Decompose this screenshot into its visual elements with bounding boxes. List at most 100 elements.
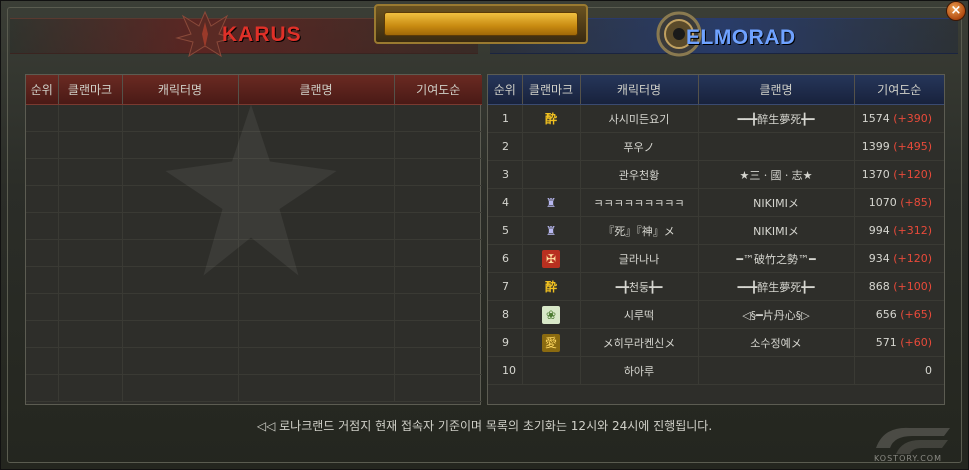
- elmorad-ranking-panel: 순위 클랜마크 캐릭터명 클랜명 기여도순 1 酔 사시미든요기 ━━╋醉生夢死╋━ 1…: [487, 74, 945, 405]
- clan-mark-cell: ♜: [522, 188, 581, 217]
- clan-mark-cell: ❀: [522, 300, 581, 329]
- clan-mark-cell: [58, 158, 123, 186]
- character-cell: 하아루: [580, 356, 699, 385]
- clan-mark-cell: [58, 347, 123, 375]
- clan-mark-cell: [58, 266, 123, 294]
- karus-title: KARUS: [222, 23, 302, 46]
- score-delta: (+60): [900, 336, 932, 349]
- contribution-cell: 656 (+65): [854, 300, 944, 329]
- clan-mark-cell: [58, 239, 123, 267]
- col-clan-mark: 클랜마크: [58, 75, 123, 105]
- rank-cell: [26, 185, 59, 213]
- clan-name-cell: ━━╋醉生夢死╋━: [698, 104, 855, 133]
- character-cell: 글라나나: [580, 244, 699, 273]
- watermark-icon: [165, 104, 337, 276]
- rank-cell: [26, 104, 59, 132]
- score-delta: (+390): [893, 112, 932, 125]
- rank-cell: [26, 320, 59, 348]
- score-value: 1399: [861, 140, 890, 153]
- clan-name-cell: ━™破竹之勢™━: [698, 244, 855, 273]
- clan-name-cell: NIKIMIメ: [698, 216, 855, 245]
- clan-name-cell: NIKIMIメ: [698, 188, 855, 217]
- clan-mark-icon: ✠: [542, 249, 560, 268]
- clan-name-cell: [698, 132, 855, 161]
- contribution-cell: [394, 374, 482, 402]
- score-delta: (+65): [900, 308, 932, 321]
- table-row[interactable]: [26, 374, 482, 402]
- col-contribution: 기여도순: [854, 75, 944, 105]
- clan-mark-cell: 酔: [522, 104, 581, 133]
- elmorad-ranking-table: 순위 클랜마크 캐릭터명 클랜명 기여도순 1 酔 사시미든요기 ━━╋醉生夢死╋━ 1…: [488, 75, 944, 385]
- contribution-cell: 868 (+100): [854, 272, 944, 301]
- rank-cell: [26, 293, 59, 321]
- table-row[interactable]: 8 ❀ 시루떡 ◁§━片丹心§▷ 656 (+65): [488, 300, 944, 329]
- clan-name-cell: [238, 374, 395, 402]
- contribution-cell: 1370 (+120): [854, 160, 944, 189]
- character-cell: 푸우ノ: [580, 132, 699, 161]
- score-delta: (+495): [893, 140, 932, 153]
- karus-ranking-panel: 순위 클랜마크 캐릭터명 클랜명 기여도순: [25, 74, 482, 405]
- contribution-cell: 571 (+60): [854, 328, 944, 357]
- table-row[interactable]: 2 푸우ノ 1399 (+495): [488, 132, 944, 161]
- rank-cell: [26, 239, 59, 267]
- table-row[interactable]: 6 ✠ 글라나나 ━™破竹之勢™━ 934 (+120): [488, 244, 944, 273]
- clan-mark-cell: [58, 104, 123, 132]
- close-button[interactable]: ×: [946, 1, 966, 21]
- rank-cell: 1: [488, 104, 523, 133]
- rank-cell: [26, 131, 59, 159]
- rank-cell: 9: [488, 328, 523, 357]
- score-delta: (+100): [893, 280, 932, 293]
- score-value: 0: [925, 364, 932, 377]
- contribution-cell: [394, 158, 482, 186]
- contribution-cell: [394, 266, 482, 294]
- rank-cell: 4: [488, 188, 523, 217]
- table-row[interactable]: [26, 293, 482, 321]
- character-cell: 『死』『神』メ: [580, 216, 699, 245]
- clan-mark-cell: [522, 132, 581, 161]
- contribution-cell: [394, 185, 482, 213]
- rank-cell: 2: [488, 132, 523, 161]
- col-character: 캐릭터명: [580, 75, 699, 105]
- clan-name-cell: [238, 293, 395, 321]
- score-delta: (+312): [893, 224, 932, 237]
- rank-cell: [26, 374, 59, 402]
- character-cell: 시루떡: [580, 300, 699, 329]
- table-row[interactable]: 7 酔 ━╋천둥╋━ ━━╋醉生夢死╋━ 868 (+100): [488, 272, 944, 301]
- contribution-cell: [394, 293, 482, 321]
- character-cell: [122, 374, 239, 402]
- rank-cell: 6: [488, 244, 523, 273]
- col-clan-name: 클랜명: [698, 75, 855, 105]
- table-row[interactable]: [26, 347, 482, 375]
- table-row[interactable]: 3 관우천황 ★三ㆍ國ㆍ志★ 1370 (+120): [488, 160, 944, 189]
- clan-mark-cell: ✠: [522, 244, 581, 273]
- table-row[interactable]: 10 하아루 0: [488, 356, 944, 385]
- elmorad-title: ELMORAD: [686, 26, 796, 49]
- score-delta: (+120): [893, 168, 932, 181]
- score-delta: (+120): [893, 252, 932, 265]
- table-row[interactable]: 5 ♜ 『死』『神』メ NIKIMIメ 994 (+312): [488, 216, 944, 245]
- contribution-cell: [394, 239, 482, 267]
- reset-notice: ◁◁ 로나크랜드 거점지 현재 접속자 기준이며 목록의 초기화는 12시와 2…: [256, 419, 713, 433]
- score-value: 656: [875, 308, 897, 321]
- rank-cell: 10: [488, 356, 523, 385]
- clan-name-cell: ━━╋醉生夢死╋━: [698, 272, 855, 301]
- score-value: 1574: [861, 112, 890, 125]
- rank-cell: [26, 212, 59, 240]
- clan-mark-icon: 酔: [544, 111, 557, 126]
- table-row[interactable]: [26, 320, 482, 348]
- site-logo-text: KOSTORY.COM: [874, 454, 943, 463]
- table-row[interactable]: 9 愛メ히무라켄신メ 소수정예メ 571 (+60): [488, 328, 944, 357]
- clan-mark-icon: 酔: [544, 279, 557, 294]
- clan-name-cell: ★三ㆍ國ㆍ志★: [698, 160, 855, 189]
- clan-mark-cell: 愛: [522, 328, 581, 357]
- clan-name-cell: [698, 356, 855, 385]
- clan-mark-cell: ♜: [522, 216, 581, 245]
- rank-cell: [26, 266, 59, 294]
- score-value: 994: [868, 224, 890, 237]
- score-value: 1370: [861, 168, 890, 181]
- col-clan-mark: 클랜마크: [522, 75, 581, 105]
- contribution-cell: 1574 (+390): [854, 104, 944, 133]
- contribution-cell: 0: [854, 356, 944, 385]
- table-row[interactable]: 4 ♜ ㅋㅋㅋㅋㅋㅋㅋㅋㅋ NIKIMIメ 1070 (+85): [488, 188, 944, 217]
- table-row[interactable]: 1 酔 사시미든요기 ━━╋醉生夢死╋━ 1574 (+390): [488, 104, 944, 133]
